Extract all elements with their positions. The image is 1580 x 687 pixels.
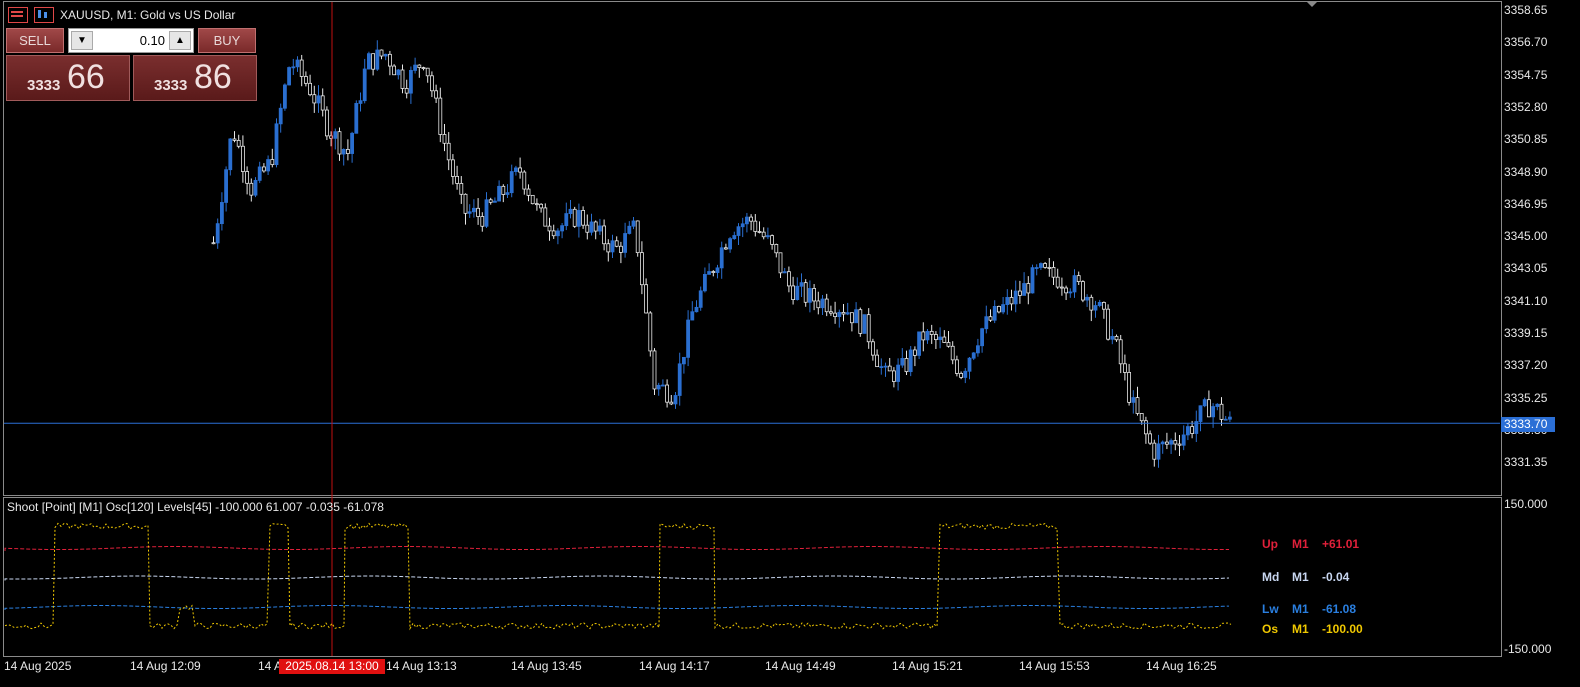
- price-axis-label: 3358.65: [1504, 3, 1548, 17]
- sell-button[interactable]: SELL: [6, 28, 64, 53]
- osc-level-line: [4, 575, 1230, 581]
- legend-md-name: Md: [1262, 570, 1280, 584]
- legend-lw: Lw M1 -61.08: [1262, 602, 1356, 616]
- time-axis-label: 14 Aug 13:13: [386, 659, 457, 673]
- osc-level-line: [4, 546, 1230, 552]
- sell-price-big: 66: [67, 58, 105, 96]
- buy-price-big: 86: [194, 58, 232, 96]
- indicator-label: Shoot [Point] [M1] Osc[120] Levels[45] -…: [7, 500, 384, 514]
- price-axis-label: 3343.05: [1504, 261, 1548, 276]
- price-axis-label: 3345.00: [1504, 229, 1548, 244]
- time-axis-label: 14 Aug 14:49: [765, 659, 836, 673]
- price-axis-label: 3335.25: [1504, 390, 1548, 405]
- time-axis-label: 14 Aug 16:25: [1146, 659, 1217, 673]
- sell-price-small: 3333: [27, 77, 61, 94]
- price-axis-label: 3331.35: [1504, 455, 1548, 470]
- legend-os-tf: M1: [1292, 622, 1309, 636]
- volume-field[interactable]: ▼ 0.10 ▲: [68, 28, 194, 53]
- time-axis-label: 14 Aug 13:45: [511, 659, 582, 673]
- legend-md-value: -0.04: [1322, 570, 1350, 584]
- one-click-trading-panel: SELL ▼ 0.10 ▲ BUY 3333 66 3333 86: [6, 28, 257, 101]
- price-axis-label: 3356.70: [1504, 35, 1548, 50]
- time-axis-label: 14 Aug 2025: [4, 659, 72, 673]
- chart-bars-icon[interactable]: [34, 7, 54, 23]
- legend-md-tf: M1: [1292, 570, 1309, 584]
- volume-value[interactable]: 0.10: [140, 33, 165, 48]
- legend-os-name: Os: [1262, 622, 1279, 636]
- price-axis-label: 3348.90: [1504, 164, 1548, 179]
- chart-list-icon[interactable]: [8, 7, 28, 23]
- current-price-tag: 3333.70: [1501, 417, 1555, 432]
- time-axis-label: 14 Aug 15:21: [892, 659, 963, 673]
- buy-price-button[interactable]: 3333 86: [133, 55, 257, 101]
- legend-os-value: -100.00: [1322, 622, 1363, 636]
- legend-lw-tf: M1: [1292, 602, 1309, 616]
- legend-up-value: +61.01: [1322, 537, 1360, 551]
- price-axis-label: 3337.20: [1504, 358, 1548, 373]
- legend-lw-name: Lw: [1262, 602, 1279, 616]
- legend-os: Os M1 -100.00: [1262, 622, 1363, 636]
- chart-title-bar: XAUUSD, M1: Gold vs US Dollar: [8, 6, 235, 24]
- price-axis-label: 3339.15: [1504, 326, 1548, 340]
- legend-up-tf: M1: [1292, 537, 1309, 551]
- price-axis-label: 3354.75: [1504, 67, 1548, 82]
- buy-button[interactable]: BUY: [198, 28, 256, 53]
- arrow-down-icon[interactable]: ▼: [71, 31, 93, 50]
- chart-window: XAUUSD, M1: Gold vs US Dollar SELL ▼ 0.1…: [0, 0, 1580, 687]
- price-axis-label: 3346.95: [1504, 196, 1548, 211]
- price-axis-label: 3350.85: [1504, 132, 1548, 147]
- osc-axis-bottom: -150.000: [1504, 642, 1552, 656]
- symbol-title: XAUUSD, M1: Gold vs US Dollar: [60, 8, 236, 22]
- arrow-up-icon[interactable]: ▲: [169, 31, 191, 50]
- price-axis-label: 3341.10: [1504, 293, 1548, 308]
- price-axis-label: 3352.80: [1504, 99, 1548, 114]
- scroll-marker-icon[interactable]: [1306, 1, 1318, 7]
- time-axis-label: 14 Aug 14:17: [639, 659, 710, 673]
- crosshair-time-tag: 2025.08.14 13:00: [279, 659, 385, 674]
- legend-lw-value: -61.08: [1322, 602, 1357, 616]
- time-axis-label: 14 Aug 12:09: [130, 659, 201, 673]
- legend-up-name: Up: [1262, 537, 1278, 551]
- sell-price-button[interactable]: 3333 66: [6, 55, 130, 101]
- time-axis-label: 14 Aug 15:53: [1019, 659, 1090, 673]
- osc-axis-top: 150.000: [1504, 497, 1548, 511]
- legend-md: Md M1 -0.04: [1262, 570, 1349, 584]
- legend-up: Up M1 +61.01: [1262, 537, 1359, 551]
- buy-price-small: 3333: [154, 77, 188, 94]
